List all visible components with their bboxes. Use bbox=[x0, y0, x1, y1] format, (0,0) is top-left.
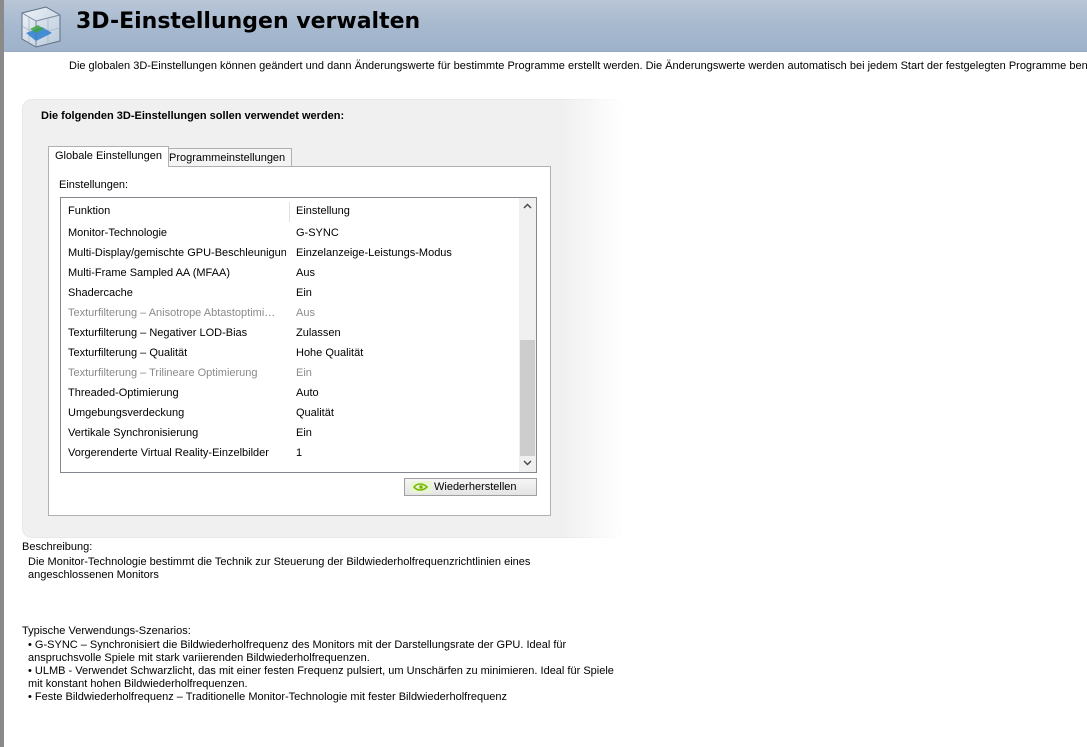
usage-item: • G-SYNC – Synchronisiert die Bildwieder… bbox=[28, 639, 567, 664]
row-setting: Zulassen bbox=[296, 327, 341, 339]
row-setting: Hohe Qualität bbox=[296, 347, 364, 359]
table-row[interactable]: Monitor-Technologie G-SYNC bbox=[61, 223, 517, 243]
nvidia-3d-cube-icon bbox=[16, 3, 64, 49]
row-function: Umgebungsverdeckung bbox=[68, 407, 185, 419]
page-header: 3D-Einstellungen verwalten bbox=[4, 0, 1087, 52]
description-label: Beschreibung: bbox=[22, 541, 93, 553]
scroll-up-icon[interactable] bbox=[519, 198, 536, 215]
row-function: Vertikale Synchronisierung bbox=[68, 427, 199, 439]
panel-heading: Die folgenden 3D-Einstellungen sollen ve… bbox=[41, 110, 345, 122]
row-setting: G-SYNC bbox=[296, 227, 339, 239]
scroll-down-icon[interactable] bbox=[519, 455, 536, 472]
intro-text: Die globalen 3D-Einstellungen können geä… bbox=[69, 60, 1087, 72]
restore-button[interactable]: Wiederherstellen bbox=[404, 478, 537, 496]
settings-label: Einstellungen: bbox=[59, 179, 129, 191]
row-function: Monitor-Technologie bbox=[68, 227, 168, 239]
restore-button-label: Wiederherstellen bbox=[434, 481, 517, 493]
usage-label: Typische Verwendungs-Szenarios: bbox=[22, 625, 191, 637]
row-function: Multi-Display/gemischte GPU-Beschleunigu… bbox=[68, 247, 286, 259]
column-separator[interactable] bbox=[289, 202, 290, 222]
column-header-function[interactable]: Funktion bbox=[68, 198, 110, 224]
table-row[interactable]: Umgebungsverdeckung Qualität bbox=[61, 403, 517, 423]
usage-item: • ULMB - Verwendet Schwarzlicht, das mit… bbox=[28, 665, 614, 690]
table-row[interactable]: Texturfilterung – Trilineare Optimierung… bbox=[61, 363, 517, 383]
row-setting: Aus bbox=[296, 267, 315, 279]
usage-item-text: G-SYNC – Synchronisiert die Bildwiederho… bbox=[28, 639, 567, 664]
table-row[interactable]: Shadercache Ein bbox=[61, 283, 517, 303]
nvidia-logo-icon bbox=[410, 481, 432, 493]
table-row[interactable]: Texturfilterung – Negativer LOD-Bias Zula… bbox=[61, 323, 517, 343]
row-function: Texturfilterung – Trilineare Optimierung bbox=[68, 367, 258, 379]
table-row[interactable]: Texturfilterung – Anisotrope Abtastoptim… bbox=[61, 303, 517, 323]
row-function: Texturfilterung – Negativer LOD-Bias bbox=[68, 327, 248, 339]
row-function: Vorgerenderte Virtual Reality-Einzelbild… bbox=[68, 447, 269, 459]
table-row[interactable]: Threaded-Optimierung Auto bbox=[61, 383, 517, 403]
row-setting: Aus bbox=[296, 307, 315, 319]
row-setting: Ein bbox=[296, 427, 312, 439]
usage-item-text: Feste Bildwiederholfrequenz – Traditione… bbox=[34, 691, 507, 703]
settings-list[interactable]: Funktion Einstellung Monitor-Technologie… bbox=[60, 197, 537, 473]
description-text: Die Monitor-Technologie bestimmt die Tec… bbox=[28, 556, 531, 581]
row-function: Multi-Frame Sampled AA (MFAA) bbox=[68, 267, 230, 279]
row-setting: Einzelanzeige-Leistungs-Modus bbox=[296, 247, 452, 259]
row-function: Threaded-Optimierung bbox=[68, 387, 179, 399]
tab-program-settings[interactable]: Programmeinstellungen bbox=[162, 148, 293, 167]
usage-list: • G-SYNC – Synchronisiert die Bildwieder… bbox=[28, 639, 628, 704]
row-setting: Ein bbox=[296, 367, 312, 379]
row-function: Texturfilterung – Qualität bbox=[68, 347, 188, 359]
column-header-setting[interactable]: Einstellung bbox=[296, 198, 350, 224]
row-function: Texturfilterung – Anisotrope Abtastoptim… bbox=[68, 307, 276, 319]
page-title: 3D-Einstellungen verwalten bbox=[76, 9, 421, 34]
row-setting: Qualität bbox=[296, 407, 334, 419]
vertical-scrollbar[interactable] bbox=[519, 198, 536, 472]
table-row[interactable]: Texturfilterung – Qualität Hohe Qualität bbox=[61, 343, 517, 363]
table-row[interactable]: Vertikale Synchronisierung Ein bbox=[61, 423, 517, 443]
table-row[interactable]: Vorgerenderte Virtual Reality-Einzelbild… bbox=[61, 443, 517, 463]
table-row[interactable]: Multi-Display/gemischte GPU-Beschleunigu… bbox=[61, 243, 517, 263]
row-setting: Auto bbox=[296, 387, 319, 399]
row-setting: Ein bbox=[296, 287, 312, 299]
row-function: Shadercache bbox=[68, 287, 133, 299]
scroll-thumb[interactable] bbox=[520, 340, 535, 456]
window-left-border bbox=[0, 0, 4, 747]
tab-global-settings[interactable]: Globale Einstellungen bbox=[48, 146, 170, 167]
table-row[interactable]: Multi-Frame Sampled AA (MFAA) Aus bbox=[61, 263, 517, 283]
usage-item-text: ULMB - Verwendet Schwarzlicht, das mit e… bbox=[28, 665, 614, 690]
usage-item: • Feste Bildwiederholfrequenz – Traditio… bbox=[28, 691, 507, 703]
row-setting: 1 bbox=[296, 447, 303, 459]
